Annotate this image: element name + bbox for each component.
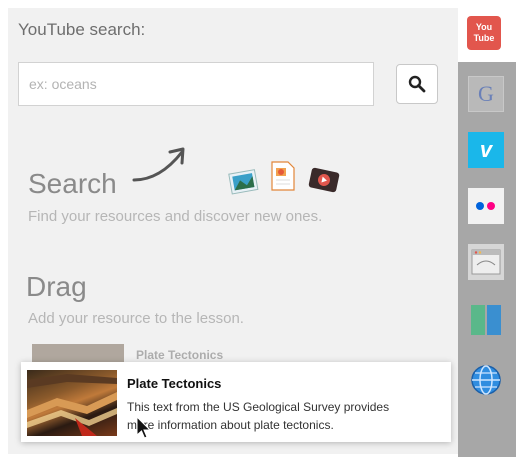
book-icon[interactable] [468, 302, 504, 338]
search-heading: Search [28, 168, 117, 199]
google-icon-letter: G [478, 81, 494, 106]
youtube-tab-line: You [475, 22, 493, 32]
mouse-cursor-icon [136, 416, 152, 439]
flickr-icon[interactable] [468, 188, 504, 224]
resource-title: Plate Tectonics [127, 376, 222, 391]
video-icon [308, 167, 340, 193]
globe-icon[interactable] [468, 362, 504, 398]
flickr-dots [476, 202, 495, 210]
resource-description: This text from the US Geological Survey … [127, 398, 443, 434]
youtube-tab-line: Tube [473, 33, 495, 43]
drag-description: Add your resource to the lesson. [28, 310, 244, 327]
web-page-graphic [471, 249, 501, 275]
search-button[interactable] [396, 64, 438, 104]
dragged-resource-card[interactable]: Plate Tectonics This text from the US Ge… [21, 362, 451, 442]
rock-layers-image [27, 374, 117, 436]
youtube-tab-icon[interactable]: You Tube [467, 16, 501, 50]
globe-graphic [471, 365, 501, 395]
resource-description-line: more information about plate tectonics. [127, 418, 334, 432]
image-icon [228, 169, 259, 195]
search-input[interactable] [18, 62, 374, 106]
web-page-icon[interactable] [468, 244, 504, 280]
search-description: Find your resources and discover new one… [28, 208, 323, 225]
drag-heading: Drag [26, 271, 87, 302]
search-icon [408, 75, 426, 93]
result-title: Plate Tectonics [136, 348, 224, 362]
resource-description-line: This text from the US Geological Survey … [127, 400, 390, 414]
document-icon [271, 161, 295, 191]
book-graphic [471, 305, 501, 335]
vimeo-icon-letter: v [479, 137, 493, 162]
google-icon[interactable]: G [468, 76, 504, 112]
media-icons [228, 161, 340, 195]
youtube-search-title: YouTube search: [18, 20, 146, 39]
vimeo-icon[interactable]: v [468, 132, 504, 168]
arrow-icon [132, 147, 185, 182]
resource-thumbnail [27, 370, 117, 436]
